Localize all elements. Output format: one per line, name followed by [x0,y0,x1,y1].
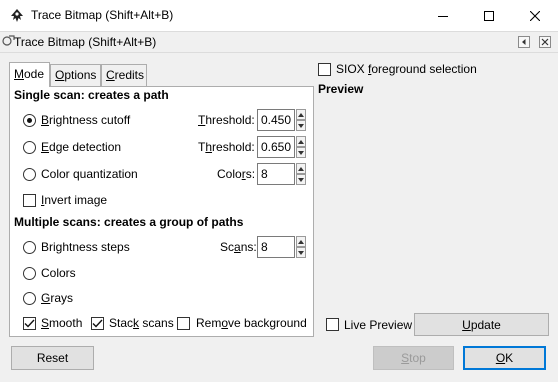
arrow-down-icon [298,150,304,155]
tab-mode[interactable]: Mode [9,62,50,87]
inkscape-logo-icon [11,9,23,22]
siox-checkbox[interactable] [318,63,331,76]
arrow-down-icon [298,123,304,128]
colors-count-value: 8 [261,167,268,181]
brightness-steps-radio[interactable] [23,241,36,254]
tab-options-label: Options [55,68,97,82]
minimize-icon [438,15,448,17]
reset-button[interactable]: Reset [11,346,94,370]
colors-count-stepper[interactable] [296,163,306,185]
tab-credits[interactable]: Credits [101,64,147,86]
edge-detection-label: Edge detection [41,140,122,154]
scans-value: 8 [261,240,268,254]
checkmark-icon [92,319,103,328]
tab-options[interactable]: Options [50,64,101,86]
edge-threshold-stepper[interactable] [296,136,306,158]
spin-up-button[interactable] [296,163,306,174]
arrow-up-icon [298,239,304,244]
brightness-threshold-stepper[interactable] [296,109,306,131]
invert-image-checkbox[interactable] [23,194,36,207]
scans-label: Scans: [220,240,257,254]
brightness-threshold-input[interactable]: 0.450 [257,109,295,131]
grays-radio[interactable] [23,292,36,305]
arrow-down-icon [298,250,304,255]
multiple-scans-heading: Multiple scans: creates a group of paths [14,215,244,229]
preview-area [317,96,551,310]
checkmark-icon [24,319,35,328]
stop-button[interactable]: Stop [373,346,454,370]
maximize-button[interactable] [466,0,512,31]
stack-scans-checkbox[interactable] [91,317,104,330]
collapse-left-icon [522,39,526,45]
mode-tab-panel: Single scan: creates a path Brightness c… [9,86,314,337]
single-scan-heading: Single scan: creates a path [14,88,169,102]
arrow-up-icon [298,166,304,171]
edge-threshold-label: Threshold: [198,140,255,154]
brightness-cutoff-label: Brightness cutoff [41,113,131,127]
brightness-steps-label: Brightness steps [41,240,130,254]
arrow-down-icon [298,177,304,182]
update-button-label: Update [462,317,501,332]
live-preview-checkbox[interactable] [326,318,339,331]
close-window-button[interactable] [512,0,558,31]
spin-down-button[interactable] [296,247,306,258]
spin-up-button[interactable] [296,236,306,247]
color-quantization-label: Color quantization [41,167,138,181]
smooth-label: Smooth [41,316,83,330]
remove-background-checkbox[interactable] [177,317,190,330]
colors-radio[interactable] [23,267,36,280]
arrow-up-icon [298,139,304,144]
edge-threshold-value: 0.650 [261,140,292,154]
tab-credits-label: Credits [106,68,145,82]
spin-up-button[interactable] [296,136,306,147]
tab-mode-label: Mode [14,67,45,81]
close-icon [541,38,549,46]
brightness-threshold-label: Threshold: [198,113,255,127]
colors-label: Colors [41,266,76,280]
stop-button-label: Stop [401,351,426,365]
grays-label: Grays [41,291,74,305]
spin-down-button[interactable] [296,174,306,185]
update-button[interactable]: Update [414,313,549,336]
ok-button-label: OK [495,351,514,365]
remove-background-label: Remove background [196,316,307,330]
colors-count-input[interactable]: 8 [257,163,295,185]
spin-up-button[interactable] [296,109,306,120]
edge-detection-radio[interactable] [23,141,36,154]
invert-image-label: Invert image [41,193,108,207]
brightness-cutoff-radio[interactable] [23,114,36,127]
edge-threshold-input[interactable]: 0.650 [257,136,295,158]
dock-close-button[interactable] [539,36,551,48]
smooth-checkbox[interactable] [23,317,36,330]
close-icon [530,10,540,21]
brightness-threshold-value: 0.450 [261,113,292,127]
spin-down-button[interactable] [296,120,306,131]
color-quantization-radio[interactable] [23,168,36,181]
scans-input[interactable]: 8 [257,236,295,258]
arrow-up-icon [298,112,304,117]
window-title: Trace Bitmap (Shift+Alt+B) [31,8,174,22]
dock-collapse-button[interactable] [518,36,530,48]
scans-stepper[interactable] [296,236,306,258]
live-preview-label: Live Preview [344,318,413,332]
maximize-icon [484,10,494,21]
preview-heading: Preview [318,82,364,96]
reset-button-label: Reset [36,351,69,365]
spin-down-button[interactable] [296,147,306,158]
siox-label: SIOX foreground selection [336,62,477,76]
colors-count-label: Colors: [217,167,256,181]
minimize-button[interactable] [420,0,466,31]
ok-button[interactable]: OK [463,346,546,370]
dock-title: Trace Bitmap (Shift+Alt+B) [14,35,157,49]
stack-scans-label: Stack scans [109,316,174,330]
